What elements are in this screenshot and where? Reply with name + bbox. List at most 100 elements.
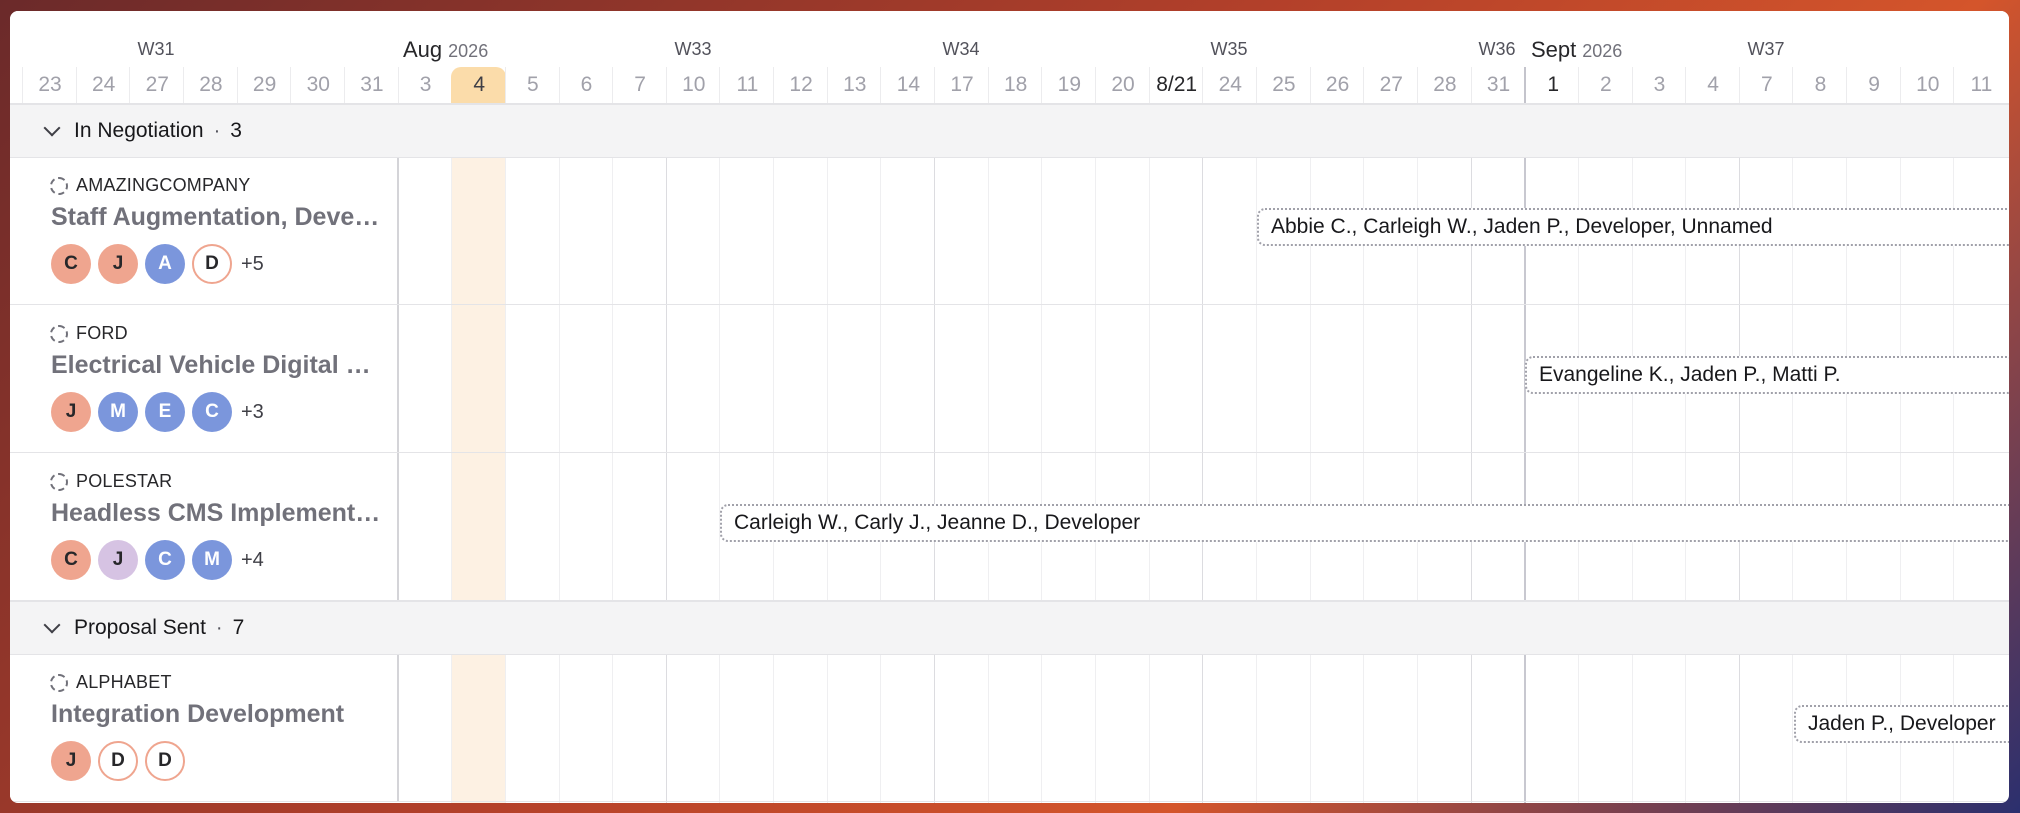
group-header-in-negotiation[interactable]: In Negotiation · 3	[10, 104, 2009, 158]
allocation-bar[interactable]: Abbie C., Carleigh W., Jaden P., Develop…	[1257, 208, 2009, 246]
more-count[interactable]: +5	[241, 253, 264, 276]
day-cell: 1	[1524, 67, 1580, 103]
day-cell: 8	[1792, 67, 1847, 103]
client: ALPHABET	[50, 672, 172, 693]
month-year: 2026	[448, 41, 489, 61]
day-cell: 14	[880, 67, 935, 103]
table-row[interactable]: AMAZINGCOMPANY Staff Augmentation, Devel…	[10, 157, 2009, 305]
more-count[interactable]: +3	[241, 401, 264, 424]
chevron-down-icon[interactable]	[40, 616, 64, 640]
day-cell: 4	[451, 67, 507, 103]
row-info[interactable]: ALPHABET Integration Development JDD	[10, 654, 399, 801]
day-cell: 24	[75, 67, 131, 103]
day-cell: 10	[1899, 67, 1955, 103]
avatar-group: J M E C +3	[51, 392, 264, 432]
project-title[interactable]: Headless CMS Implementation	[51, 499, 386, 528]
client-name: ALPHABET	[76, 672, 172, 692]
client: POLESTAR	[50, 471, 172, 492]
day-cell: 11	[1953, 67, 2008, 103]
day-cell: 30	[290, 67, 345, 103]
project-title[interactable]: Staff Augmentation, Development & Design	[51, 203, 386, 232]
day-cell: 26	[1309, 67, 1365, 103]
timeline-body: In Negotiation · 3 AMAZINGCOMPANY Staff …	[10, 104, 2009, 803]
row-info[interactable]: POLESTAR Headless CMS Implementation CJC…	[10, 453, 399, 600]
day-cell: 19	[1041, 67, 1096, 103]
avatar[interactable]: J	[51, 741, 91, 781]
allocation-bar[interactable]: Jaden P., Developer	[1794, 705, 2009, 743]
day-cell: 25	[1255, 67, 1311, 103]
avatar[interactable]: A	[145, 244, 185, 284]
week-label: W31	[137, 39, 175, 59]
avatar[interactable]: C	[192, 392, 232, 432]
timeline-window: W31 W33 W34 W35 W36 W37 Aug 2026 Sept 2026…	[10, 11, 2009, 803]
day-cell: 31	[1470, 67, 1526, 103]
avatar[interactable]: J	[98, 540, 138, 580]
day-cell: 18	[987, 67, 1043, 103]
project-title[interactable]: Electrical Vehicle Digital Platform	[51, 351, 386, 380]
row-info[interactable]: AMAZINGCOMPANY Staff Augmentation, Devel…	[10, 157, 399, 304]
avatar[interactable]: J	[98, 244, 138, 284]
allocation-bar[interactable]: Carleigh W., Carly J., Jeanne D., Develo…	[720, 504, 2009, 542]
avatar-group: C J C M +4	[51, 540, 264, 580]
week-label: W33	[674, 39, 712, 59]
status-circle-icon	[50, 673, 68, 692]
day-cell: 8/21	[1148, 67, 1204, 103]
row-info[interactable]: FORD Electrical Vehicle Digital Platform…	[10, 305, 399, 452]
group-title: In Negotiation	[74, 119, 204, 142]
day-cell: 11	[719, 67, 774, 103]
avatar[interactable]: J	[51, 392, 91, 432]
group-title: Proposal Sent	[74, 616, 206, 639]
week-label: W36	[1478, 39, 1516, 59]
table-row[interactable]: FORD Electrical Vehicle Digital Platform…	[10, 305, 2009, 453]
month-name: Sept	[1531, 37, 1577, 62]
day-cell: 20	[1095, 67, 1150, 103]
day-cell: 6	[558, 67, 614, 103]
day-cell: 10	[665, 67, 721, 103]
avatar[interactable]: C	[145, 540, 185, 580]
day-cell: 23	[22, 67, 77, 103]
day-cell: 3	[1631, 67, 1687, 103]
more-count[interactable]: +4	[241, 549, 264, 572]
month-year: 2026	[1582, 41, 1623, 61]
separator-dot: ·	[215, 616, 223, 639]
status-circle-icon	[50, 472, 68, 491]
day-cell: 3	[397, 67, 453, 103]
day-cell: 29	[236, 67, 292, 103]
day-cell: 13	[826, 67, 882, 103]
week-label: W34	[942, 39, 980, 59]
avatar[interactable]: M	[192, 540, 232, 580]
avatar[interactable]: C	[51, 244, 91, 284]
table-row[interactable]: ALPHABET Integration Development JDD Jad…	[10, 654, 2009, 802]
day-cell: 7	[612, 67, 667, 103]
avatar[interactable]: D	[98, 741, 138, 781]
status-circle-icon	[50, 176, 68, 195]
avatar[interactable]: E	[145, 392, 185, 432]
day-cell: 7	[1738, 67, 1794, 103]
avatar[interactable]: C	[51, 540, 91, 580]
avatar[interactable]: M	[98, 392, 138, 432]
day-cell: 4	[1685, 67, 1740, 103]
day-cell: 31	[343, 67, 399, 103]
day-cell: 28	[1416, 67, 1472, 103]
group-count: 7	[232, 616, 245, 639]
avatar[interactable]: D	[145, 741, 185, 781]
table-row[interactable]: POLESTAR Headless CMS Implementation CJC…	[10, 453, 2009, 601]
month-label-aug: Aug 2026	[403, 37, 488, 63]
chevron-down-icon[interactable]	[40, 119, 64, 143]
day-cell: 17	[934, 67, 989, 103]
day-cell: 27	[1363, 67, 1418, 103]
day-cell: 9	[1846, 67, 1901, 103]
week-label: W37	[1747, 39, 1785, 59]
allocation-bar[interactable]: Evangeline K., Jaden P., Matti P.	[1525, 356, 2009, 394]
client: AMAZINGCOMPANY	[50, 175, 250, 196]
group-header-proposal-sent[interactable]: Proposal Sent · 7	[10, 601, 2009, 655]
avatar[interactable]: D	[192, 244, 232, 284]
day-cell: 5	[504, 67, 560, 103]
project-title[interactable]: Integration Development	[51, 700, 386, 729]
separator-dot: ·	[213, 119, 221, 142]
month-label-sept: Sept 2026	[1531, 37, 1622, 63]
client-name: POLESTAR	[76, 471, 173, 491]
client-name: FORD	[76, 323, 128, 343]
client: FORD	[50, 323, 128, 344]
month-name: Aug	[403, 37, 443, 62]
